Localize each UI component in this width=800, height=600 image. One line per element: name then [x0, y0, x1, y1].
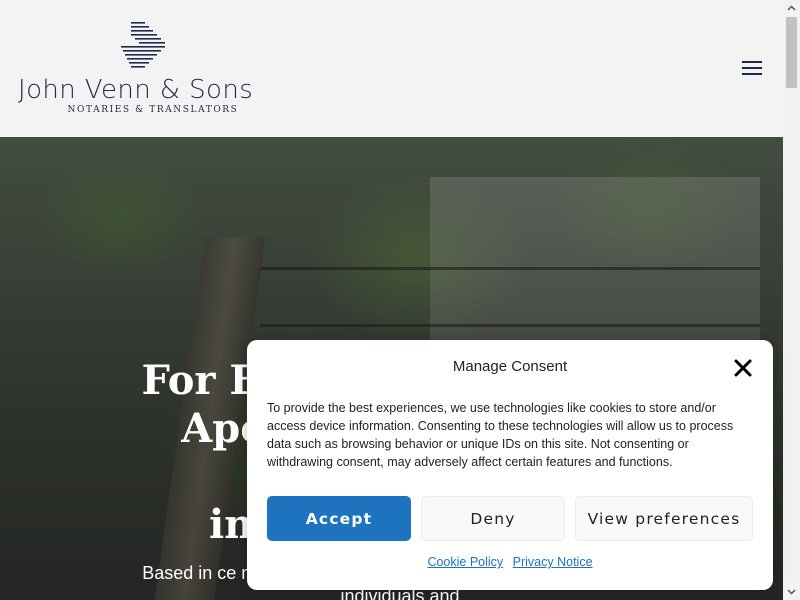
- logo-mark-icon: [121, 22, 165, 68]
- page-scrollbar[interactable]: [783, 0, 800, 600]
- accept-button[interactable]: Accept: [267, 496, 411, 541]
- deny-button[interactable]: Deny: [421, 496, 565, 541]
- logo-tagline: NOTARIES & TRANSLATORS: [67, 105, 239, 115]
- hamburger-menu-icon[interactable]: [739, 56, 767, 80]
- consent-message: To provide the best experiences, we use …: [267, 401, 734, 469]
- site-header: John Venn & Sons NOTARIES & TRANSLATORS: [0, 0, 783, 137]
- scrollbar-thumb[interactable]: [786, 17, 797, 88]
- scroll-up-arrow-icon[interactable]: [783, 0, 800, 17]
- privacy-notice-link[interactable]: Privacy Notice: [513, 555, 593, 569]
- scroll-down-arrow-icon[interactable]: [783, 583, 800, 600]
- close-icon[interactable]: [733, 358, 753, 378]
- logo-name: John Venn & Sons: [18, 75, 254, 105]
- menu-bar: [742, 67, 762, 69]
- cookie-policy-link[interactable]: Cookie Policy: [427, 555, 503, 569]
- consent-dialog: Manage Consent To provide the best exper…: [247, 340, 773, 590]
- consent-title: Manage Consent: [452, 358, 568, 375]
- site-logo[interactable]: John Venn & Sons NOTARIES & TRANSLATORS: [18, 20, 274, 120]
- consent-links: Cookie Policy Privacy Notice: [247, 555, 773, 569]
- menu-bar: [742, 61, 762, 63]
- view-preferences-button[interactable]: View preferences: [575, 496, 753, 541]
- menu-bar: [742, 73, 762, 75]
